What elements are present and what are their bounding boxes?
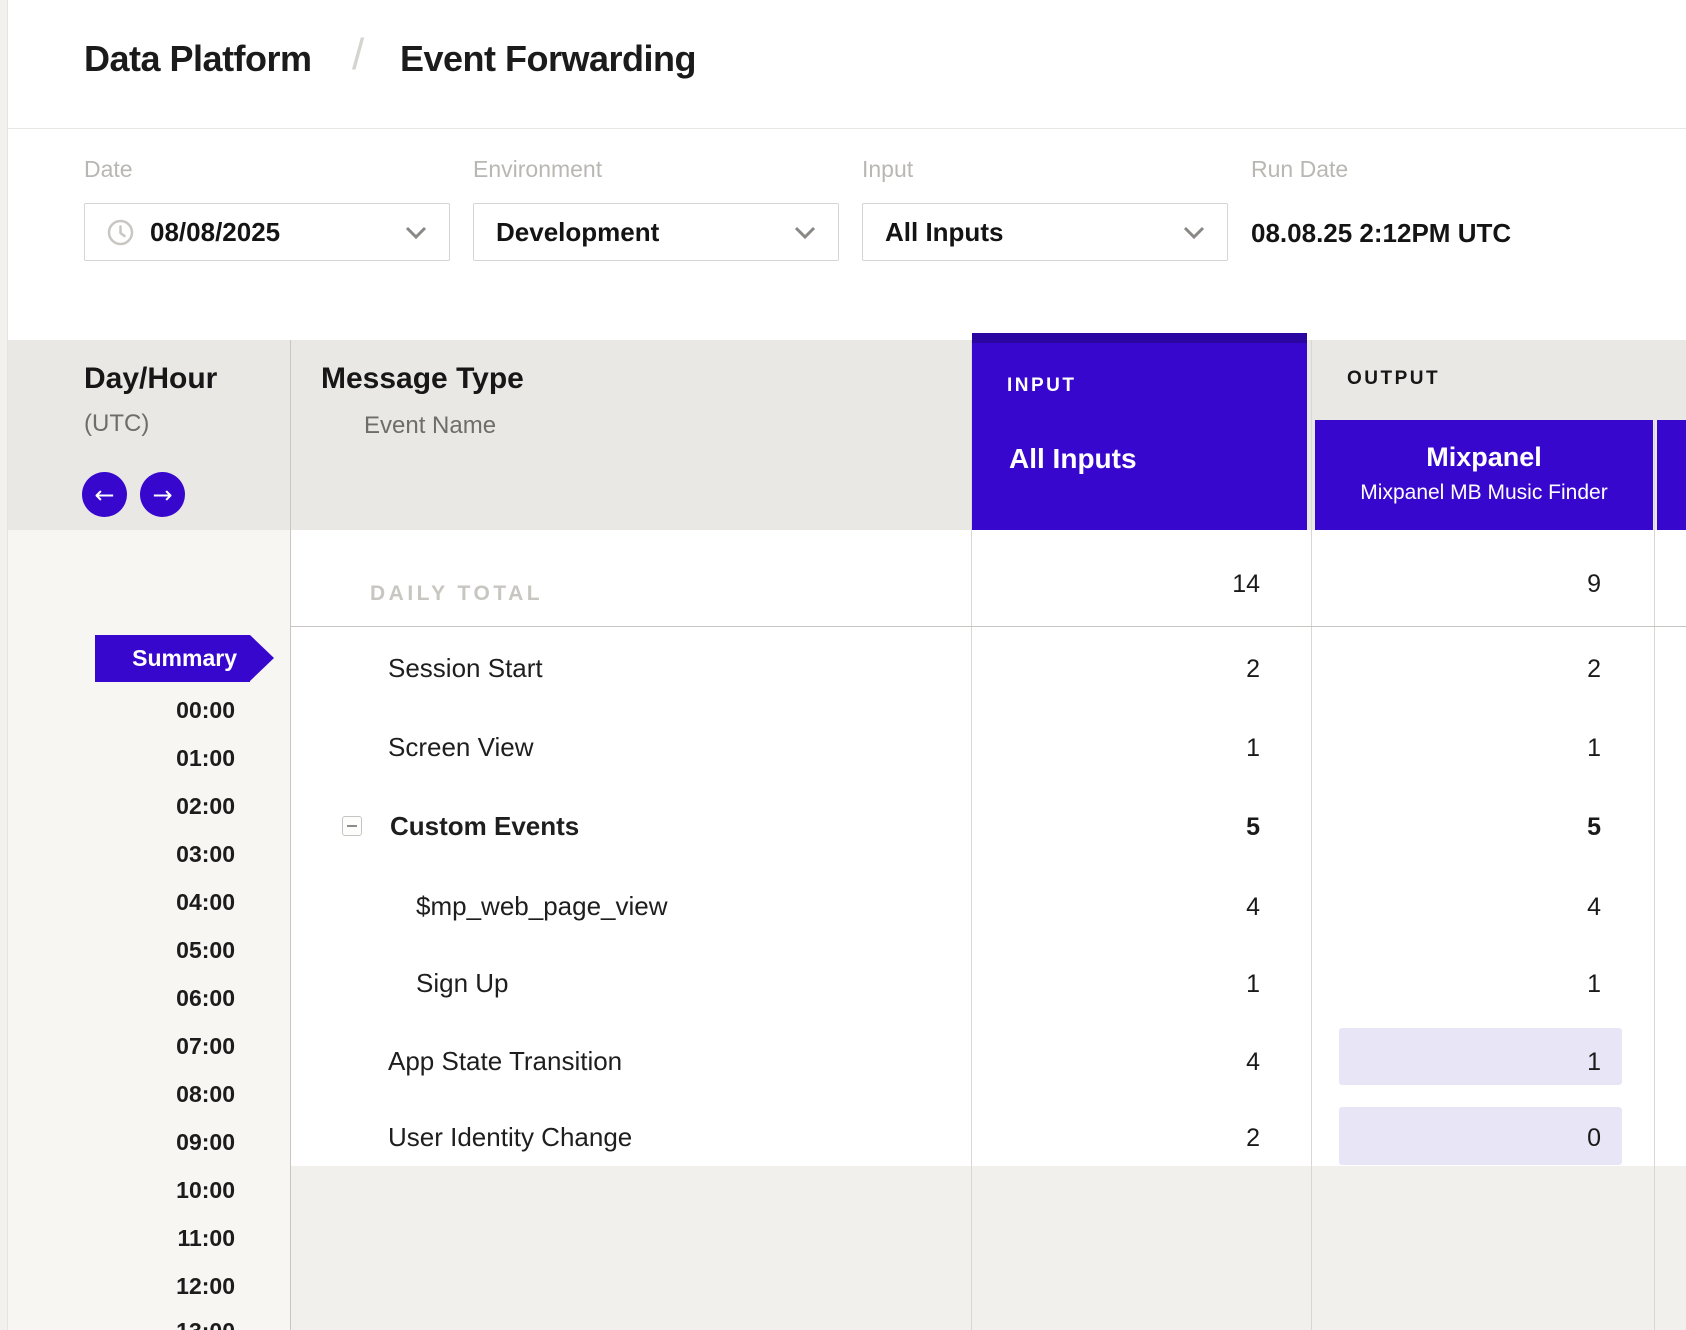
clock-icon [107,219,134,246]
run-date-value: 08.08.25 2:12PM UTC [1251,218,1511,249]
output-connection-subtitle: Mixpanel MB Music Finder [1315,481,1653,505]
output-cell: 2 [1350,655,1601,684]
hour-slot[interactable]: 12:00 [8,1273,235,1300]
output-column-header-mixpanel[interactable]: Mixpanel Mixpanel MB Music Finder [1315,420,1653,530]
table-footer-area [291,1166,1686,1330]
input-dropdown[interactable]: All Inputs [862,203,1228,261]
output-column-header-partial [1657,420,1686,530]
row-label: App State Transition [388,1046,622,1077]
event-forwarding-page: Data Platform / Event Forwarding Date En… [0,0,1686,1330]
chevron-down-icon [1183,226,1205,239]
sidebar-divider [290,340,291,1330]
input-header-accent-strip [972,333,1307,343]
hour-slot[interactable]: 02:00 [8,793,235,820]
input-cell: 1 [1010,734,1260,763]
message-type-title: Message Type [321,362,524,396]
output-cell: 0 [1350,1124,1601,1153]
row-label: Sign Up [416,968,509,999]
output-cell: 4 [1350,893,1601,922]
output-cell: 1 [1350,970,1601,999]
input-cell: 5 [1010,813,1260,842]
date-dropdown[interactable]: 08/08/2025 [84,203,450,261]
hour-slot[interactable]: 04:00 [8,889,235,916]
daily-total-label: DAILY TOTAL [370,582,543,606]
column-divider-output [1311,340,1312,1330]
message-type-subtitle: Event Name [364,412,496,440]
header-divider [8,128,1686,129]
environment-label: Environment [473,156,602,183]
next-day-button[interactable]: → [140,472,185,517]
summary-badge-arrow [250,635,274,681]
environment-value: Development [496,217,659,248]
output-cell: 1 [1350,1048,1601,1077]
input-group-label: INPUT [1007,375,1077,397]
hour-slot[interactable]: 11:00 [8,1225,235,1252]
hour-slot[interactable]: 03:00 [8,841,235,868]
input-cell: 1 [1010,970,1260,999]
environment-dropdown[interactable]: Development [473,203,839,261]
input-cell: 4 [1010,1048,1260,1077]
daily-total-divider [291,626,1686,627]
left-gutter [0,0,8,1330]
page-title: Event Forwarding [400,38,696,80]
input-label: Input [862,156,913,183]
hour-slot[interactable]: 09:00 [8,1129,235,1156]
input-connection-name: All Inputs [1009,443,1137,475]
minus-icon [347,825,357,827]
summary-badge[interactable]: Summary [95,635,250,682]
hour-slot[interactable]: 08:00 [8,1081,235,1108]
collapse-icon[interactable] [342,816,362,836]
row-label: Screen View [388,732,534,763]
output-connection-name: Mixpanel [1315,442,1653,473]
row-label: $mp_web_page_view [416,891,668,922]
input-cell: 4 [1010,893,1260,922]
row-label: Custom Events [390,811,579,842]
run-date-label: Run Date [1251,156,1348,183]
daily-total-output: 9 [1350,570,1601,599]
breadcrumb-separator: / [352,30,364,80]
hour-slot[interactable]: 07:00 [8,1033,235,1060]
input-cell: 2 [1010,655,1260,684]
hour-slot[interactable]: 06:00 [8,985,235,1012]
chevron-down-icon [794,226,816,239]
output-group-label: OUTPUT [1347,368,1440,390]
input-value: All Inputs [885,217,1003,248]
hour-slot[interactable]: 10:00 [8,1177,235,1204]
hour-slot[interactable]: 13:00 [8,1318,235,1330]
input-column-header[interactable]: INPUT All Inputs [972,333,1307,530]
breadcrumb-section[interactable]: Data Platform [84,38,312,80]
date-label: Date [84,156,133,183]
output-cell: 1 [1350,734,1601,763]
row-label: Session Start [388,653,543,684]
hour-slot[interactable]: 01:00 [8,745,235,772]
output-cell: 5 [1350,813,1601,842]
day-hour-title: Day/Hour [84,362,217,396]
row-label: User Identity Change [388,1122,632,1153]
input-cell: 2 [1010,1124,1260,1153]
column-divider-next [1654,420,1655,1330]
date-value: 08/08/2025 [150,217,280,248]
daily-total-input: 14 [1010,570,1260,599]
day-hour-subtitle: (UTC) [84,410,149,438]
chevron-down-icon [405,226,427,239]
hour-slot[interactable]: 05:00 [8,937,235,964]
prev-day-button[interactable]: ← [82,472,127,517]
hour-slot[interactable]: 00:00 [8,697,235,724]
